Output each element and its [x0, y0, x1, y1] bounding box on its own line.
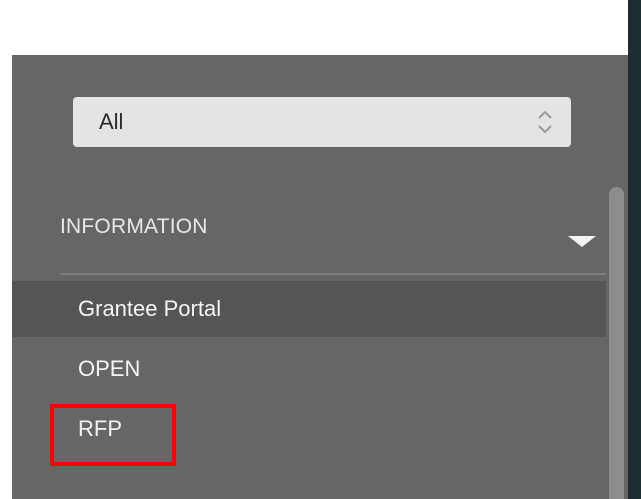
vertical-scrollbar[interactable] [609, 187, 624, 499]
up-down-chevron-icon [538, 110, 552, 134]
caret-down-icon[interactable] [568, 236, 596, 247]
section-divider [60, 273, 606, 275]
sidebar-item-label: Grantee Portal [78, 296, 222, 321]
sidebar-panel: All INFORMATION Grantee Portal OPEN RFP [12, 55, 628, 499]
window-right-edge [628, 0, 641, 499]
sidebar-item-label: OPEN [78, 356, 141, 381]
top-whitespace [0, 0, 641, 55]
filter-select-value: All [99, 109, 124, 134]
highlight-box [50, 404, 176, 466]
sidebar-item-label: RFP [50, 404, 176, 466]
sidebar-item-rfp[interactable]: RFP [12, 401, 606, 466]
filter-select[interactable]: All [73, 97, 571, 147]
section-header-information[interactable]: INFORMATION [60, 215, 208, 239]
sidebar-item-open[interactable]: OPEN [12, 341, 606, 397]
sidebar-item-grantee-portal[interactable]: Grantee Portal [12, 281, 606, 337]
